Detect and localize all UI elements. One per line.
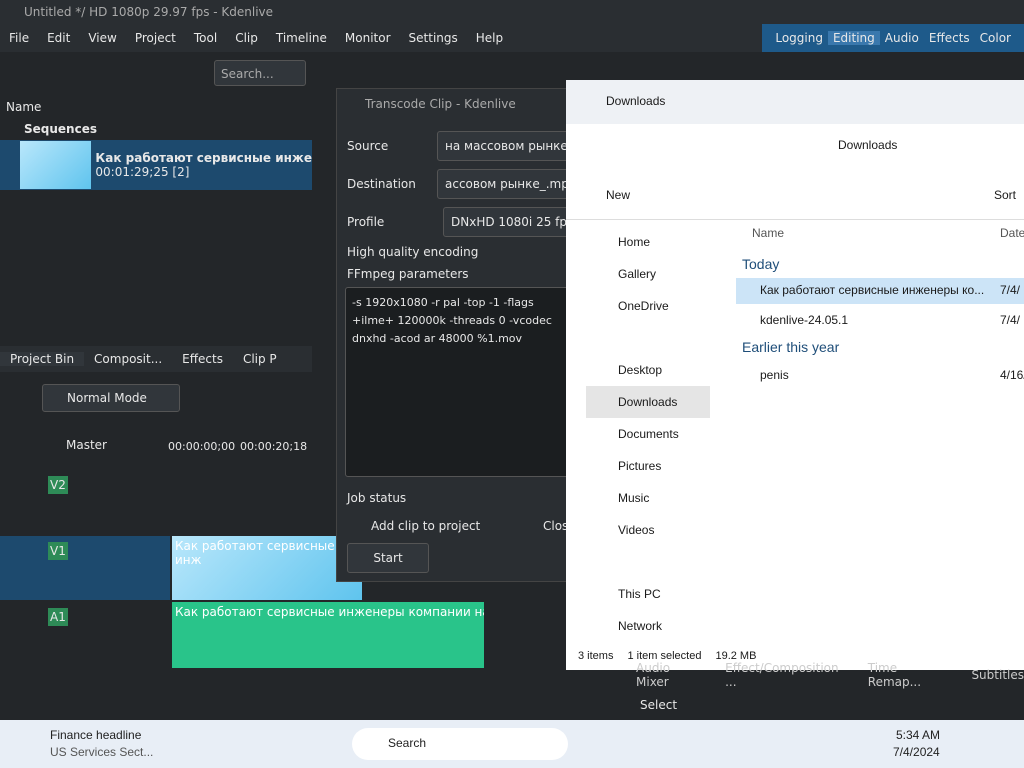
source-field[interactable]: на массовом рынке_.m <box>437 131 569 161</box>
layout-tabs: Logging Editing Audio Effects Color <box>762 24 1024 52</box>
menu-help[interactable]: Help <box>467 31 512 45</box>
profile-select[interactable]: DNxHD 1080i 25 fps 12 <box>443 207 569 237</box>
nav-downloads[interactable]: Downloads <box>586 386 710 418</box>
file-explorer: Downloads Downloads New Sort Home Gallery O… <box>566 80 1024 670</box>
clock-time[interactable]: 5:34 AM <box>896 728 940 742</box>
ruler-tick: 00:00:00;00 <box>168 440 236 453</box>
menu-edit[interactable]: Edit <box>38 31 79 45</box>
bin-name-header: Name <box>6 100 42 114</box>
clip-thumbnail <box>20 141 92 189</box>
nav-music[interactable]: Music <box>586 482 710 514</box>
col-name[interactable]: Name <box>752 226 784 240</box>
layout-effects[interactable]: Effects <box>924 31 975 45</box>
hq-label: High quality encoding <box>347 245 479 259</box>
news-title[interactable]: Finance headline <box>50 728 141 742</box>
ffmpeg-label: FFmpeg parameters <box>347 267 469 281</box>
menu-project[interactable]: Project <box>126 31 185 45</box>
nav-onedrive[interactable]: OneDrive <box>586 290 710 322</box>
status-count: 3 items <box>578 650 614 662</box>
tab-project-bin[interactable]: Project Bin <box>0 352 85 366</box>
taskbar: Finance headline US Services Sect... Sea… <box>0 720 1024 768</box>
video-clip[interactable]: Как работают сервисные инж <box>172 536 362 600</box>
breadcrumb[interactable]: Downloads <box>566 124 1024 170</box>
job-status-label: Job status <box>347 491 407 505</box>
track-v2[interactable]: V2 <box>48 476 68 494</box>
start-button[interactable]: Start <box>347 543 429 573</box>
layout-logging[interactable]: Logging <box>770 31 828 45</box>
add-clip-checkbox[interactable]: Add clip to project <box>371 519 480 533</box>
explorer-tab[interactable]: Downloads <box>566 80 1024 124</box>
nav-gallery[interactable]: Gallery <box>586 258 710 290</box>
dialog-title: Transcode Clip - Kdenlive <box>365 97 516 111</box>
tab-effects[interactable]: Effects <box>172 352 233 366</box>
edit-mode-select[interactable]: Normal Mode <box>42 384 180 412</box>
nav-documents[interactable]: Documents <box>586 418 710 450</box>
menu-monitor[interactable]: Monitor <box>336 31 400 45</box>
tab-compositions[interactable]: Composit... <box>84 352 172 366</box>
file-date: 7/4/ <box>1000 283 1021 297</box>
nav-this-pc[interactable]: This PC <box>586 578 710 610</box>
destination-label: Destination <box>347 177 416 191</box>
audio-clip[interactable]: Как работают сервисные инженеры компании… <box>172 602 484 668</box>
clip-name: Как работают сервисные инже <box>95 151 312 165</box>
clip-duration: 00:01:29;25 [2] <box>95 165 190 179</box>
menu-file[interactable]: File <box>0 31 38 45</box>
window-title: Untitled */ HD 1080p 29.97 fps - Kdenliv… <box>0 0 1024 24</box>
new-button[interactable]: New <box>606 188 630 202</box>
menu-tool[interactable]: Tool <box>185 31 226 45</box>
clock-date[interactable]: 7/4/2024 <box>893 745 940 759</box>
tab-effect-composition[interactable]: Effect/Composition ... <box>725 661 844 689</box>
ruler-tick: 00:00:20;18 <box>240 440 308 453</box>
file-row[interactable]: penis <box>760 368 789 382</box>
profile-label: Profile <box>347 215 385 229</box>
tab-clip-properties[interactable]: Clip P <box>233 352 287 366</box>
layout-color[interactable]: Color <box>975 31 1016 45</box>
ffmpeg-params[interactable]: -s 1920x1080 -r pal -top -1 -flags +ilme… <box>345 287 569 477</box>
menu-clip[interactable]: Clip <box>226 31 267 45</box>
tab-time-remap[interactable]: Time Remap... <box>868 661 948 689</box>
file-row[interactable]: kdenlive-24.05.1 <box>760 313 848 327</box>
master-label: Master <box>66 438 107 452</box>
bin-clip[interactable]: Как работают сервисные инже 00:01:29;25 [… <box>0 140 312 190</box>
nav-network[interactable]: Network <box>586 610 710 642</box>
tab-audio-mixer[interactable]: Audio Mixer <box>636 661 701 689</box>
close-checkbox[interactable]: Clos <box>543 519 568 533</box>
sequences-folder[interactable]: Sequences <box>24 122 97 136</box>
project-bin: Search... Name Sequences Как работают се… <box>0 56 312 374</box>
file-date: 7/4/ <box>1000 313 1021 327</box>
sort-button[interactable]: Sort <box>994 188 1016 202</box>
group-today[interactable]: Today <box>742 256 779 272</box>
col-date[interactable]: Date <box>1000 226 1024 240</box>
source-label: Source <box>347 139 389 153</box>
layout-editing[interactable]: Editing <box>827 31 880 45</box>
news-subtitle[interactable]: US Services Sect... <box>50 745 153 759</box>
bin-search-input[interactable]: Search... <box>214 60 306 86</box>
nav-home[interactable]: Home <box>586 226 710 258</box>
file-row[interactable]: Как работают сервисные инженеры ко... <box>736 278 1024 304</box>
track-a1[interactable]: A1 <box>48 608 68 626</box>
nav-desktop[interactable]: Desktop <box>586 354 710 386</box>
tool-select-label: Select <box>640 698 678 712</box>
menu-view[interactable]: View <box>79 31 125 45</box>
group-earlier[interactable]: Earlier this year <box>742 339 839 355</box>
menu-settings[interactable]: Settings <box>400 31 467 45</box>
file-date: 4/16/ <box>1000 368 1024 382</box>
nav-pictures[interactable]: Pictures <box>586 450 710 482</box>
nav-videos[interactable]: Videos <box>586 514 710 546</box>
track-v1[interactable]: V1 <box>48 542 68 560</box>
tab-subtitles[interactable]: Subtitles <box>971 668 1024 682</box>
taskbar-search[interactable]: Search <box>352 728 568 760</box>
transcode-dialog: Transcode Clip - Kdenlive Source на масс… <box>336 88 569 582</box>
menu-timeline[interactable]: Timeline <box>267 31 336 45</box>
layout-audio[interactable]: Audio <box>880 31 924 45</box>
destination-field[interactable]: ассовом рынке_.mp4.m <box>437 169 569 199</box>
